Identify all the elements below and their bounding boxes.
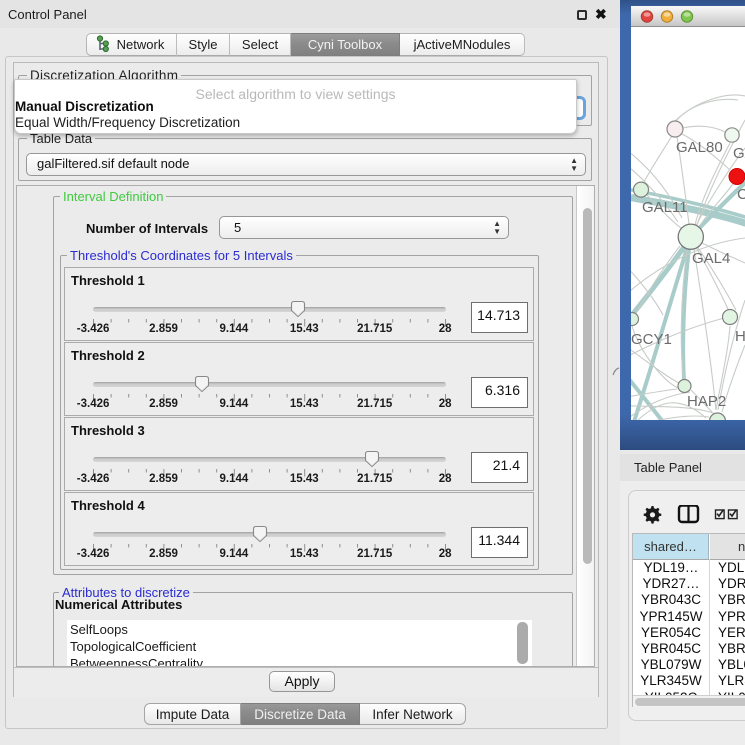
svg-text:C: C: [737, 186, 745, 203]
svg-text:GAL11: GAL11: [642, 199, 688, 216]
svg-text:GCY1: GCY1: [631, 331, 672, 348]
svg-text:GAL80: GAL80: [676, 139, 723, 156]
svg-text:H: H: [735, 328, 745, 345]
svg-text:GAL4: GAL4: [692, 250, 730, 267]
svg-text:HAP2: HAP2: [687, 393, 726, 410]
svg-text:GA: GA: [733, 145, 745, 162]
